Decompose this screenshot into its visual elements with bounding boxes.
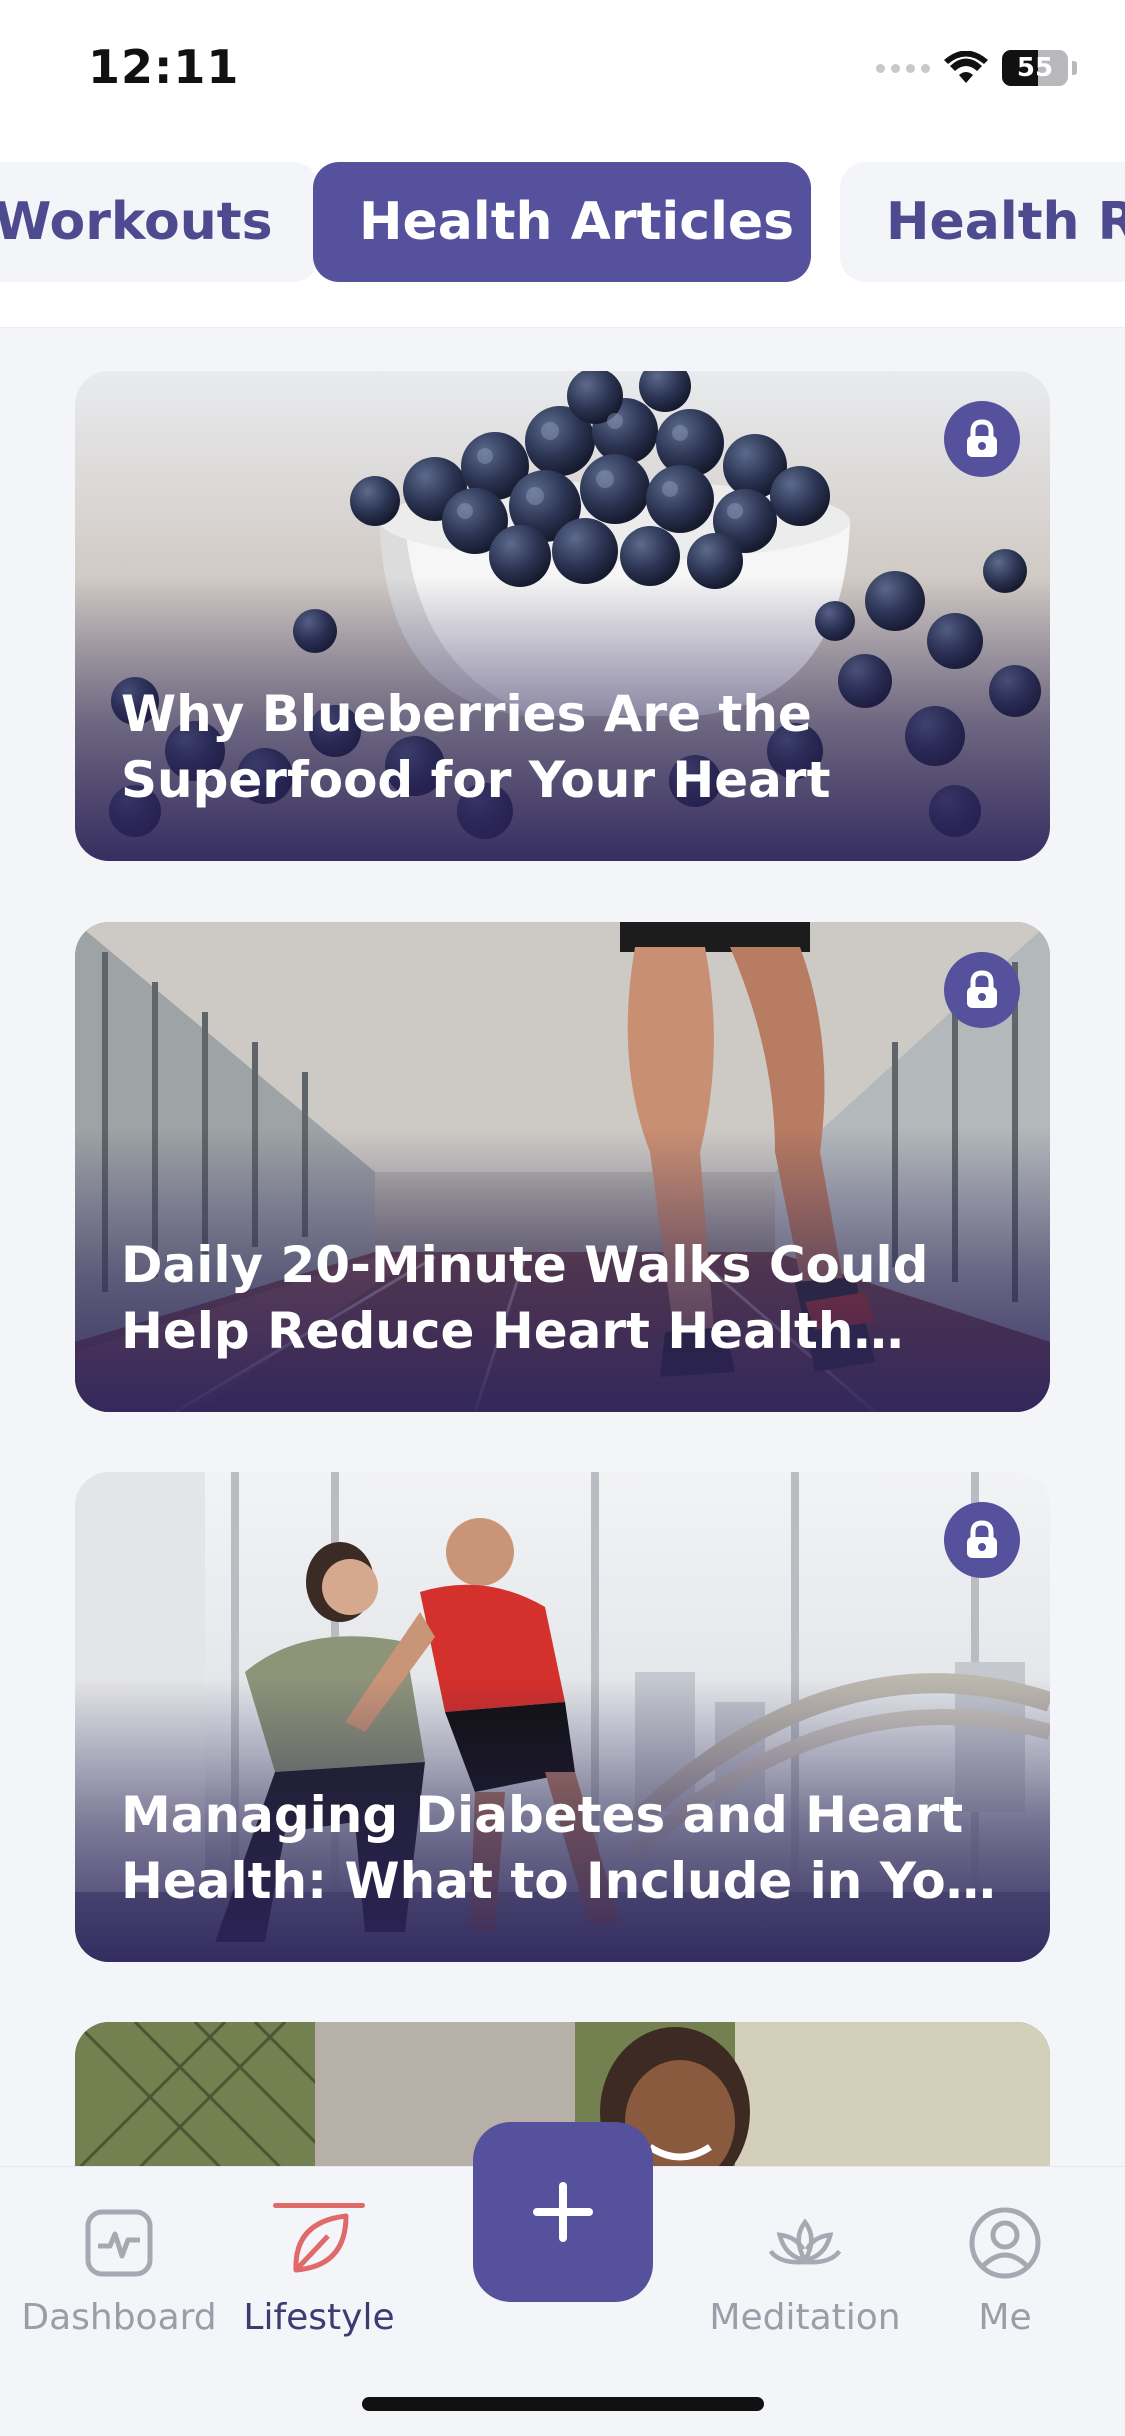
plus-icon bbox=[533, 2182, 593, 2242]
app-screen: 12:11 55 Workouts Health Articles Health… bbox=[0, 0, 1125, 2436]
nav-dashboard[interactable]: Dashboard bbox=[21, 2205, 217, 2338]
cellular-signal-icon bbox=[876, 63, 930, 73]
status-time: 12:11 bbox=[88, 40, 240, 94]
leaf-icon bbox=[281, 2205, 357, 2281]
category-tabs: Workouts Health Articles Health Re bbox=[0, 140, 1125, 328]
home-indicator[interactable] bbox=[362, 2397, 764, 2411]
tab-health-resources[interactable]: Health Re bbox=[840, 162, 1125, 282]
article-card[interactable]: Why Blueberries Are the Superfood for Yo… bbox=[75, 371, 1050, 861]
lock-icon[interactable] bbox=[944, 1502, 1020, 1578]
profile-icon bbox=[967, 2205, 1043, 2281]
nav-label: Meditation bbox=[709, 2297, 901, 2338]
article-title: Why Blueberries Are the Superfood for Yo… bbox=[121, 685, 831, 809]
nav-label: Me bbox=[978, 2297, 1032, 2338]
lock-icon[interactable] bbox=[944, 952, 1020, 1028]
nav-me[interactable]: Me bbox=[910, 2205, 1100, 2338]
tab-health-articles[interactable]: Health Articles bbox=[313, 162, 811, 282]
lotus-icon bbox=[767, 2205, 843, 2281]
nav-meditation[interactable]: Meditation bbox=[709, 2205, 901, 2338]
add-button[interactable] bbox=[473, 2122, 653, 2302]
article-card[interactable]: Daily 20-Minute Walks Could Help Reduce … bbox=[75, 922, 1050, 1412]
lock-icon[interactable] bbox=[944, 401, 1020, 477]
status-icons: 55 bbox=[876, 48, 1077, 88]
active-tab-indicator bbox=[273, 2203, 365, 2208]
status-bar: 12:11 55 bbox=[0, 0, 1125, 140]
nav-label: Dashboard bbox=[21, 2297, 217, 2338]
battery-tip bbox=[1072, 61, 1077, 75]
heart-rate-icon bbox=[81, 2205, 157, 2281]
article-card[interactable]: Managing Diabetes and Heart Health: What… bbox=[75, 1472, 1050, 1962]
nav-label: Lifestyle bbox=[243, 2297, 395, 2338]
article-title: Managing Diabetes and Heart Health: What… bbox=[121, 1786, 1007, 1910]
article-title: Daily 20-Minute Walks Could Help Reduce … bbox=[121, 1236, 929, 1360]
nav-lifestyle[interactable]: Lifestyle bbox=[224, 2203, 414, 2338]
wifi-icon bbox=[944, 51, 988, 83]
tab-workouts[interactable]: Workouts bbox=[0, 162, 319, 282]
battery-icon: 55 bbox=[1002, 50, 1068, 86]
battery-level: 55 bbox=[1016, 53, 1054, 83]
